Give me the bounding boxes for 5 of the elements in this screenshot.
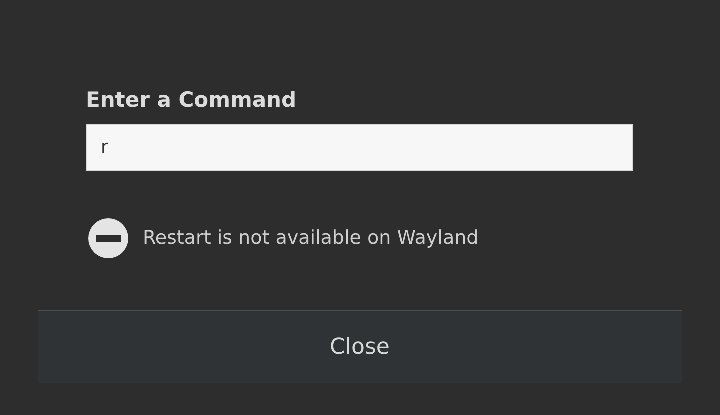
dialog-title: Enter a Command bbox=[86, 87, 298, 114]
close-button[interactable]: Close bbox=[38, 310, 682, 383]
no-entry-icon bbox=[88, 218, 129, 259]
command-field[interactable]: r bbox=[86, 124, 633, 171]
status-message: Restart is not available on Wayland bbox=[143, 226, 479, 252]
